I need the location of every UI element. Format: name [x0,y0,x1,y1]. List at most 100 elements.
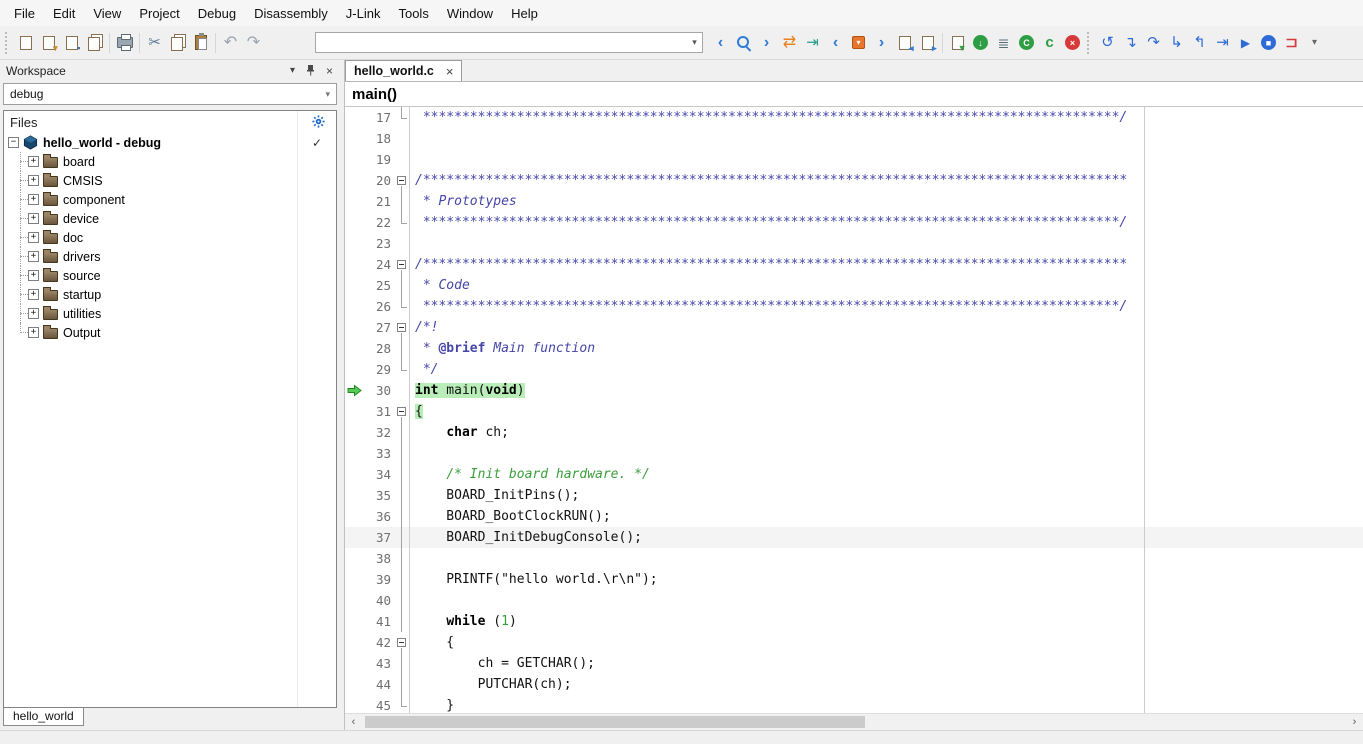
cstat-clear-button[interactable]: × [1061,31,1084,54]
code-text[interactable]: int main(void) [409,380,1363,401]
fold-marker[interactable] [395,464,409,485]
search-input[interactable] [316,34,687,51]
fold-marker[interactable] [395,632,409,653]
code-line-20[interactable]: 20 /*************************************… [345,170,1363,191]
fold-marker[interactable] [395,380,409,401]
code-area[interactable]: 17 *************************************… [345,107,1363,713]
expand-icon[interactable]: + [28,194,39,205]
code-text[interactable]: PRINTF("hello world.\r\n"); [409,569,1363,590]
line-number[interactable]: 45 [364,695,395,713]
navigate-history-button[interactable]: ⇄ [778,31,801,54]
expand-icon[interactable]: + [28,156,39,167]
toolbar-options-button[interactable]: ▾ [1303,31,1326,54]
fold-marker[interactable] [395,653,409,674]
line-number[interactable]: 43 [364,653,395,674]
fold-marker[interactable] [395,401,409,422]
workspace-tab[interactable]: hello_world [3,707,84,726]
tree-item-doc[interactable]: +doc [4,228,336,247]
code-line-38[interactable]: 38 [345,548,1363,569]
line-number[interactable]: 28 [364,338,395,359]
line-number[interactable]: 31 [364,401,395,422]
code-text[interactable]: BOARD_InitPins(); [409,485,1363,506]
code-text[interactable]: ****************************************… [409,212,1363,233]
code-text[interactable] [409,548,1363,569]
fold-marker[interactable] [395,170,409,191]
code-text[interactable]: ch = GETCHAR(); [409,653,1363,674]
function-selector-bar[interactable]: main() [345,82,1363,107]
search-dropdown-icon[interactable]: ▾ [687,37,702,48]
fold-marker[interactable] [395,569,409,590]
reset-button[interactable]: ↺ [1096,31,1119,54]
code-line-21[interactable]: 21 * Prototypes [345,191,1363,212]
line-number[interactable]: 25 [364,275,395,296]
copy-button[interactable] [166,31,189,54]
scrollbar-thumb[interactable] [365,716,865,728]
code-line-23[interactable]: 23 [345,233,1363,254]
line-number[interactable]: 34 [364,464,395,485]
code-line-27[interactable]: 27/*! [345,317,1363,338]
menu-edit[interactable]: Edit [44,2,84,25]
tree-item-drivers[interactable]: +drivers [4,247,336,266]
fold-box-icon[interactable] [397,323,406,332]
line-number[interactable]: 20 [364,170,395,191]
line-number[interactable]: 33 [364,443,395,464]
code-text[interactable]: { [409,401,1363,422]
code-text[interactable]: PUTCHAR(ch); [409,674,1363,695]
step-over-button[interactable]: ↷ [1142,31,1165,54]
code-text[interactable]: /***************************************… [409,254,1363,275]
fold-marker[interactable] [395,254,409,275]
code-text[interactable] [409,443,1363,464]
fold-marker[interactable] [395,233,409,254]
line-number[interactable]: 35 [364,485,395,506]
cstat-analyze-button[interactable]: C [1015,31,1038,54]
code-line-37[interactable]: 37 BOARD_InitDebugConsole(); [345,527,1363,548]
menu-view[interactable]: View [84,2,130,25]
tree-item-board[interactable]: +board [4,152,336,171]
code-line-25[interactable]: 25 * Code [345,275,1363,296]
code-line-18[interactable]: 18 [345,128,1363,149]
fold-marker[interactable] [395,191,409,212]
fold-box-icon[interactable] [397,176,406,185]
code-line-42[interactable]: 42 { [345,632,1363,653]
tree-item-utilities[interactable]: +utilities [4,304,336,323]
code-line-17[interactable]: 17 *************************************… [345,107,1363,128]
line-number[interactable]: 19 [364,149,395,170]
menu-project[interactable]: Project [130,2,188,25]
code-text[interactable]: */ [409,359,1363,380]
fold-marker[interactable] [395,338,409,359]
next-statement-button[interactable]: ⇥ [1211,31,1234,54]
code-text[interactable]: } [409,695,1363,713]
cstat-analyze-file-button[interactable]: c [1038,31,1061,54]
tree-item-device[interactable]: +device [4,209,336,228]
fold-box-icon[interactable] [397,407,406,416]
menu-j-link[interactable]: J-Link [337,2,390,25]
code-text[interactable]: ****************************************… [409,107,1363,128]
fold-marker[interactable] [395,212,409,233]
code-line-35[interactable]: 35 BOARD_InitPins(); [345,485,1363,506]
code-line-44[interactable]: 44 PUTCHAR(ch); [345,674,1363,695]
next-bookmark-button[interactable]: › [870,31,893,54]
code-text[interactable]: char ch; [409,422,1363,443]
code-line-26[interactable]: 26 *************************************… [345,296,1363,317]
line-number[interactable]: 38 [364,548,395,569]
settings-gear-icon[interactable] [312,115,325,128]
tree-item-startup[interactable]: +startup [4,285,336,304]
fold-marker[interactable] [395,611,409,632]
tree-root[interactable]: −hello_world - debug✓ [4,133,336,152]
menu-disassembly[interactable]: Disassembly [245,2,337,25]
line-number[interactable]: 37 [364,527,395,548]
code-line-40[interactable]: 40 [345,590,1363,611]
code-text[interactable] [409,233,1363,254]
window-menu-icon[interactable]: ▾ [290,66,295,76]
download-and-debug-button[interactable]: ↓ [969,31,992,54]
configuration-dropdown[interactable]: debug ▾ [3,83,337,105]
workspace-close-icon[interactable]: × [326,65,333,77]
line-number[interactable]: 29 [364,359,395,380]
code-text[interactable]: /***************************************… [409,170,1363,191]
expand-icon[interactable]: + [28,175,39,186]
fold-marker[interactable] [395,422,409,443]
fold-marker[interactable] [395,674,409,695]
line-number[interactable]: 23 [364,233,395,254]
code-line-24[interactable]: 24/*************************************… [345,254,1363,275]
find-button[interactable] [732,31,755,54]
